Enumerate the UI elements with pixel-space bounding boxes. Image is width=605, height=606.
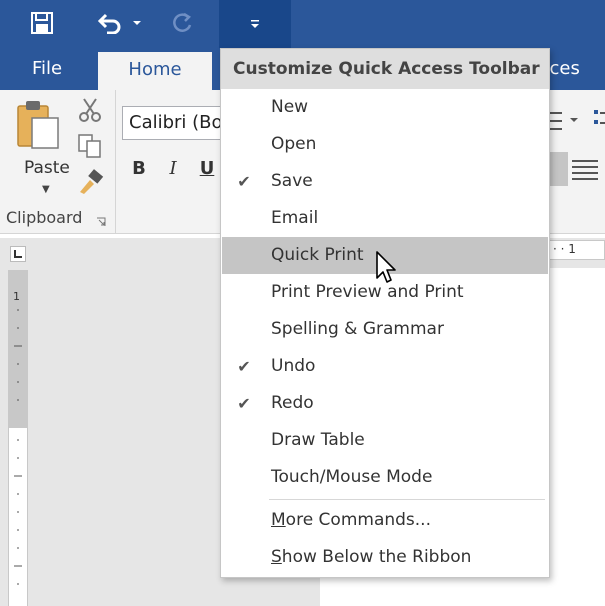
- copy-icon[interactable]: [76, 132, 104, 164]
- paste-button[interactable]: Paste ▼: [8, 96, 70, 204]
- check-icon: ✔: [237, 357, 251, 376]
- save-icon: [31, 12, 53, 34]
- redo-icon: [173, 12, 192, 32]
- clipboard-group-label: Clipboard: [6, 208, 83, 227]
- tab-home[interactable]: Home: [98, 52, 212, 90]
- menu-item-spelling-grammar[interactable]: Spelling & Grammar: [222, 311, 548, 348]
- undo-icon: [97, 13, 121, 34]
- qat-undo-dropdown[interactable]: [128, 0, 146, 46]
- title-bar: [0, 0, 605, 48]
- menu-item-undo[interactable]: ✔ Undo: [222, 348, 548, 385]
- menu-separator: [269, 499, 545, 500]
- ruler-tab-selector[interactable]: [0, 238, 36, 268]
- paste-label: Paste: [24, 158, 70, 178]
- qat-save-button[interactable]: [22, 0, 62, 46]
- font-name-box[interactable]: Calibri (Bod: [122, 106, 226, 140]
- menu-item-new[interactable]: New: [222, 89, 548, 126]
- paragraph-group-partial: [548, 90, 605, 234]
- multilevel-list-icon[interactable]: [548, 108, 605, 148]
- paste-icon: [17, 101, 59, 149]
- menu-item-email[interactable]: Email: [222, 200, 548, 237]
- menu-item-redo[interactable]: ✔ Redo: [222, 385, 548, 422]
- clipboard-launcher-icon[interactable]: [96, 212, 106, 226]
- ruler-mark: · · 1: [553, 242, 576, 256]
- chevron-down-icon: [133, 21, 141, 25]
- menu-item-open[interactable]: Open: [222, 126, 548, 163]
- cut-icon[interactable]: [76, 96, 104, 128]
- italic-button[interactable]: I: [158, 154, 188, 184]
- qat-undo-button[interactable]: [90, 0, 130, 46]
- clipboard-group: Paste ▼ Clipboard: [0, 90, 116, 234]
- bold-button[interactable]: B: [124, 154, 154, 184]
- customize-qat-menu: Customize Quick Access Toolbar New Open …: [220, 48, 550, 578]
- menu-item-draw-table[interactable]: Draw Table: [222, 422, 548, 459]
- paste-dropdown-icon[interactable]: ▼: [42, 184, 50, 195]
- menu-item-show-below-ribbon[interactable]: Show Below the Ribbon: [222, 539, 548, 576]
- qat-customize-button[interactable]: [219, 0, 291, 48]
- align-left-button[interactable]: [548, 152, 568, 186]
- menu-item-save[interactable]: ✔ Save: [222, 163, 548, 200]
- check-icon: ✔: [237, 172, 251, 191]
- justify-icon[interactable]: [572, 158, 602, 182]
- format-painter-icon[interactable]: [76, 168, 104, 200]
- qat-redo-button[interactable]: [164, 0, 200, 46]
- customize-dropdown-icon: [251, 20, 259, 28]
- menu-item-touch-mouse-mode[interactable]: Touch/Mouse Mode: [222, 459, 548, 496]
- tab-file[interactable]: File: [16, 48, 78, 90]
- mouse-pointer-icon: [376, 251, 396, 283]
- left-tab-icon: [14, 250, 22, 258]
- underline-button[interactable]: U: [192, 154, 222, 184]
- vertical-ruler-ticks: [14, 309, 22, 585]
- check-icon: ✔: [237, 394, 251, 413]
- menu-title: Customize Quick Access Toolbar: [221, 49, 549, 89]
- menu-item-more-commands[interactable]: More Commands...: [222, 502, 548, 539]
- horizontal-ruler-text-area: · · 1: [548, 240, 605, 260]
